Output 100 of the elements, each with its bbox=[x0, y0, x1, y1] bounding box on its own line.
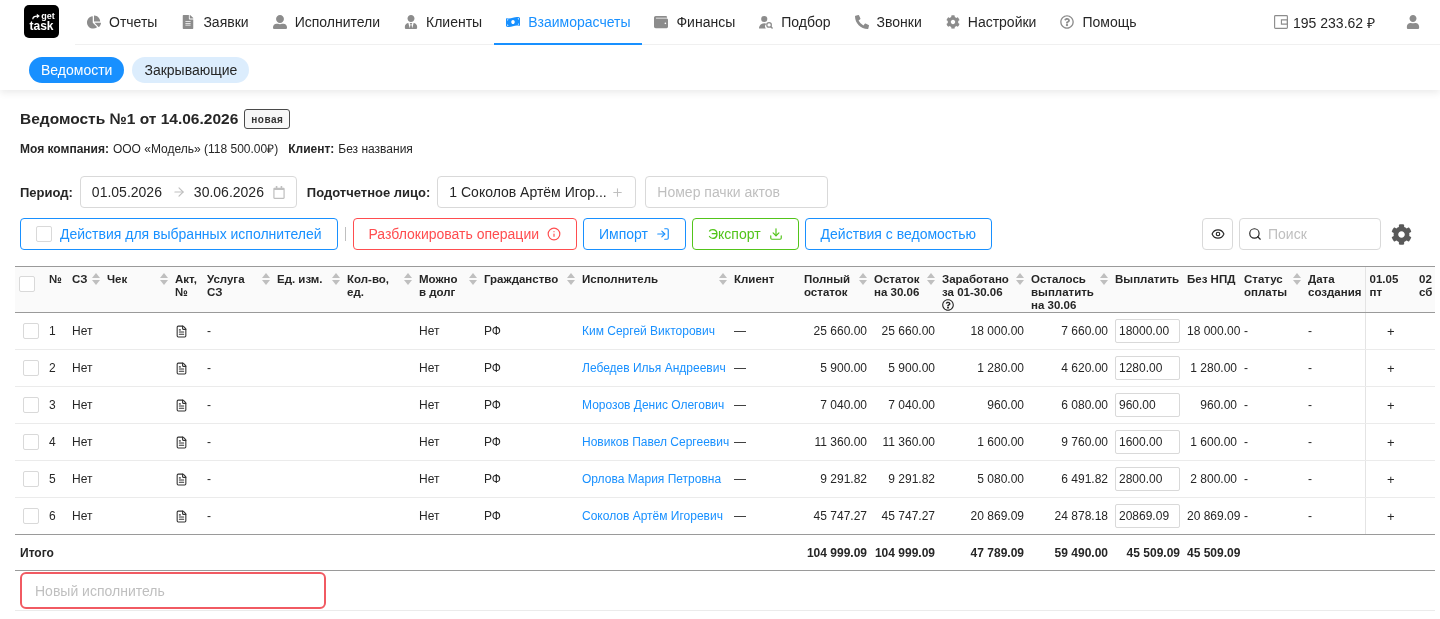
client-label: Клиент: bbox=[288, 142, 335, 156]
row-checkbox[interactable] bbox=[22, 397, 39, 413]
table-cell: - bbox=[203, 497, 273, 535]
sort-icon[interactable] bbox=[469, 273, 477, 285]
table-cell: 960.00 bbox=[938, 386, 1027, 424]
row-checkbox[interactable] bbox=[22, 360, 39, 376]
column-header: Дата создания bbox=[1308, 273, 1362, 299]
person-select[interactable]: 1 Соколов Артём Игор... bbox=[437, 176, 637, 208]
total-cell: 47 789.09 bbox=[938, 534, 1027, 571]
payment-input[interactable]: 960.00 bbox=[1115, 393, 1180, 417]
select-checkbox[interactable] bbox=[36, 226, 52, 242]
payment-input[interactable]: 1280.00 bbox=[1115, 356, 1180, 380]
search-icon bbox=[1248, 227, 1262, 241]
nav-tab[interactable]: Настройки bbox=[933, 0, 1049, 45]
add-button[interactable]: + bbox=[1384, 323, 1397, 339]
nav-tab[interactable]: Финансы bbox=[642, 0, 748, 45]
sort-icon[interactable] bbox=[567, 273, 575, 285]
add-button[interactable]: + bbox=[1384, 471, 1397, 487]
sort-icon[interactable] bbox=[160, 273, 168, 285]
sort-icon[interactable] bbox=[927, 273, 935, 285]
payment-input[interactable]: 2800.00 bbox=[1115, 467, 1180, 491]
column-header: 01.05 пт bbox=[1369, 273, 1400, 299]
table-cell: 5 900.00 bbox=[800, 349, 870, 387]
import-icon bbox=[656, 227, 670, 241]
row-checkbox[interactable] bbox=[22, 471, 39, 487]
row-number: 4 bbox=[45, 423, 68, 461]
user-tie-icon bbox=[404, 14, 419, 29]
visibility-button[interactable] bbox=[1202, 218, 1233, 250]
sort-icon[interactable] bbox=[1293, 273, 1301, 285]
payment-input[interactable]: 1600.00 bbox=[1115, 430, 1180, 454]
subtab[interactable]: Закрывающие bbox=[132, 57, 250, 83]
table-cell: - bbox=[1304, 497, 1365, 535]
table-cell: — bbox=[730, 349, 800, 387]
table-cell: 7 040.00 bbox=[870, 386, 938, 424]
document-icon[interactable] bbox=[175, 398, 188, 412]
user-icon bbox=[272, 14, 287, 29]
client-value: Без названия bbox=[338, 142, 413, 156]
logo[interactable]: get task bbox=[24, 5, 59, 38]
sort-icon[interactable] bbox=[404, 273, 412, 285]
table-cell: - bbox=[1304, 386, 1365, 424]
column-header: Ед. изм. bbox=[277, 273, 323, 286]
table-cell: 18 000.00 bbox=[938, 312, 1027, 350]
column-header: СЗ bbox=[72, 273, 88, 286]
add-button[interactable]: + bbox=[1384, 360, 1397, 376]
nav-tab[interactable]: Исполнители bbox=[260, 0, 393, 45]
add-button[interactable]: + bbox=[1384, 508, 1397, 524]
table-cell: Нет bbox=[415, 497, 480, 535]
sort-icon[interactable] bbox=[92, 273, 100, 285]
table-cell: Нет bbox=[415, 460, 480, 498]
settings-icon[interactable] bbox=[1391, 223, 1412, 245]
sort-icon[interactable] bbox=[719, 273, 727, 285]
new-executor-field[interactable]: Новый исполнитель bbox=[20, 572, 326, 609]
row-checkbox[interactable] bbox=[22, 508, 39, 524]
column-header: Статус оплаты bbox=[1244, 273, 1289, 299]
document-icon[interactable] bbox=[175, 435, 188, 449]
table-cell: 18 000.00 bbox=[1183, 312, 1240, 350]
sort-icon[interactable] bbox=[859, 273, 867, 285]
table-cell: - bbox=[1304, 423, 1365, 461]
date-range-field[interactable]: 01.05.2026 30.06.2026 bbox=[79, 176, 297, 208]
nav-tab[interactable]: Клиенты bbox=[392, 0, 495, 45]
nav-tab[interactable]: Помощь bbox=[1048, 0, 1149, 45]
column-header: Гражданство bbox=[484, 273, 559, 286]
payment-input[interactable]: 18000.00 bbox=[1115, 319, 1180, 343]
user-icon[interactable] bbox=[1406, 15, 1420, 29]
row-checkbox[interactable] bbox=[22, 323, 39, 339]
sort-icon[interactable] bbox=[1100, 273, 1108, 285]
settings-icon bbox=[945, 14, 960, 29]
nav-tab[interactable]: Заявки bbox=[169, 0, 261, 45]
add-button[interactable]: + bbox=[1384, 434, 1397, 450]
table-cell: - bbox=[1240, 386, 1304, 424]
document-icon bbox=[181, 14, 196, 29]
table-cell: 9 291.82 bbox=[800, 460, 870, 498]
add-button[interactable]: + bbox=[1384, 397, 1397, 413]
plus-icon[interactable] bbox=[611, 185, 625, 199]
table-cell: 20 869.09 bbox=[938, 497, 1027, 535]
row-checkbox[interactable] bbox=[22, 434, 39, 450]
sort-icon[interactable] bbox=[262, 273, 270, 285]
pack-number-field[interactable]: Номер пачки актов bbox=[645, 176, 829, 208]
table-cell: 25 660.00 bbox=[870, 312, 938, 350]
table-cell: РФ bbox=[480, 386, 578, 424]
banknote-icon bbox=[506, 14, 521, 29]
document-icon[interactable] bbox=[175, 509, 188, 523]
column-header: Полный остаток bbox=[804, 273, 852, 299]
select-all-checkbox[interactable] bbox=[19, 276, 35, 292]
table-cell: 1 600.00 bbox=[938, 423, 1027, 461]
document-icon[interactable] bbox=[175, 324, 188, 338]
nav-tab[interactable]: Подбор bbox=[747, 0, 843, 45]
document-icon[interactable] bbox=[175, 361, 188, 375]
table-cell: 2 800.00 bbox=[1183, 460, 1240, 498]
payment-input[interactable]: 20869.09 bbox=[1115, 504, 1180, 528]
column-header: Услуга СЗ bbox=[207, 273, 246, 299]
column-header: Можно в долг bbox=[419, 273, 459, 299]
document-icon[interactable] bbox=[175, 472, 188, 486]
sort-icon[interactable] bbox=[1016, 273, 1024, 285]
eye-icon bbox=[1210, 227, 1225, 241]
period-label: Период: bbox=[20, 184, 73, 200]
search-field[interactable]: Поиск bbox=[1239, 218, 1381, 250]
sort-icon[interactable] bbox=[332, 273, 340, 285]
nav-tab[interactable]: Звонки bbox=[842, 0, 934, 45]
nav-tab[interactable]: Отчеты bbox=[75, 0, 170, 45]
